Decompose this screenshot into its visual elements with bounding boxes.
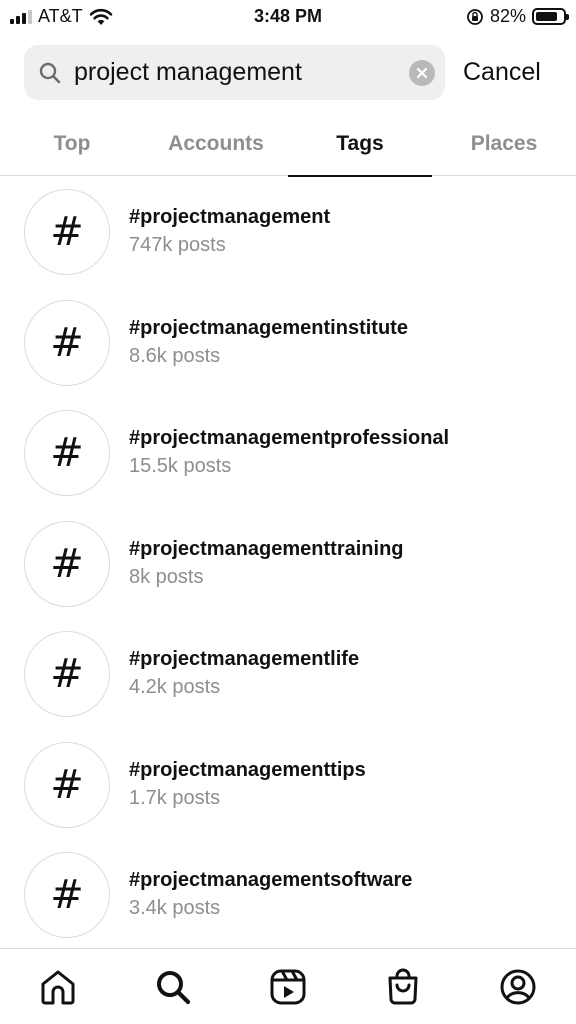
tag-result-row[interactable]: # #projectmanagementprofessional 15.5k p…	[0, 398, 576, 508]
tag-post-count: 1.7k posts	[129, 787, 221, 809]
hashtag-icon: #	[24, 300, 110, 386]
bottom-nav	[0, 948, 576, 1024]
status-right: 82%	[466, 6, 569, 27]
search-input[interactable]	[74, 45, 404, 100]
nav-reels[interactable]	[268, 967, 308, 1007]
screen: AT&T 3:48 PM 82% project management Canc…	[0, 0, 576, 1024]
hashtag-icon: #	[24, 410, 110, 496]
tag-result-row[interactable]: # #projectmanagement 747k posts	[0, 177, 576, 287]
tag-result-row[interactable]: # #projectmanagementinstitute 8.6k posts	[0, 288, 576, 398]
tag-result-row[interactable]: # #projectmanagementtraining 8k posts	[0, 509, 576, 619]
tag-name: #projectmanagementinstitute	[129, 317, 408, 339]
search-row: Cancel	[24, 45, 552, 101]
nav-profile[interactable]	[498, 967, 538, 1007]
nav-search[interactable]	[153, 967, 193, 1007]
tab-places[interactable]: Places	[432, 118, 576, 176]
shop-icon	[388, 968, 418, 1005]
tag-name: #projectmanagementlife	[129, 648, 360, 670]
battery-icon	[532, 8, 569, 25]
reels-icon	[270, 969, 306, 1005]
search-icon	[157, 971, 191, 1005]
tag-name: #projectmanagementtraining	[129, 538, 404, 560]
hashtag-icon: #	[24, 852, 110, 938]
tag-post-count: 3.4k posts	[129, 897, 221, 919]
tag-post-count: 4.2k posts	[129, 676, 221, 698]
tag-post-count: 747k posts	[129, 234, 226, 256]
close-icon	[416, 67, 428, 79]
tag-post-count: 15.5k posts	[129, 455, 232, 477]
clear-search-button[interactable]	[409, 60, 435, 86]
hashtag-icon: #	[24, 189, 110, 275]
battery-percent: 82%	[489, 6, 526, 26]
profile-icon	[500, 969, 536, 1005]
search-box[interactable]	[24, 45, 445, 100]
tag-result-row[interactable]: # #projectmanagementtips 1.7k posts	[0, 730, 576, 840]
tag-name: #projectmanagementsoftware	[129, 869, 413, 891]
tag-name: #projectmanagementtips	[129, 759, 366, 781]
tag-post-count: 8.6k posts	[129, 345, 221, 367]
tag-name: #projectmanagementprofessional	[129, 427, 450, 449]
status-bar: AT&T 3:48 PM 82%	[0, 0, 576, 34]
tag-post-count: 8k posts	[129, 566, 204, 588]
hashtag-icon: #	[24, 521, 110, 607]
nav-shop[interactable]	[383, 967, 423, 1007]
tag-name: #projectmanagement	[129, 206, 331, 228]
tag-result-row[interactable]: # #projectmanagementlife 4.2k posts	[0, 619, 576, 729]
tab-accounts[interactable]: Accounts	[144, 118, 288, 176]
search-icon	[39, 62, 61, 84]
tab-top[interactable]: Top	[0, 118, 144, 176]
orientation-lock-icon	[467, 8, 483, 25]
nav-home[interactable]	[38, 967, 78, 1007]
hashtag-icon: #	[24, 742, 110, 828]
tab-tags[interactable]: Tags	[288, 118, 432, 177]
tag-result-row[interactable]: # #projectmanagementsoftware 3.4k posts	[0, 840, 576, 950]
cancel-button[interactable]: Cancel	[463, 58, 541, 87]
battery-fill	[536, 12, 558, 21]
search-tabs: Top Accounts Tags Places	[0, 118, 576, 177]
home-icon	[41, 970, 75, 1005]
hashtag-icon: #	[24, 631, 110, 717]
